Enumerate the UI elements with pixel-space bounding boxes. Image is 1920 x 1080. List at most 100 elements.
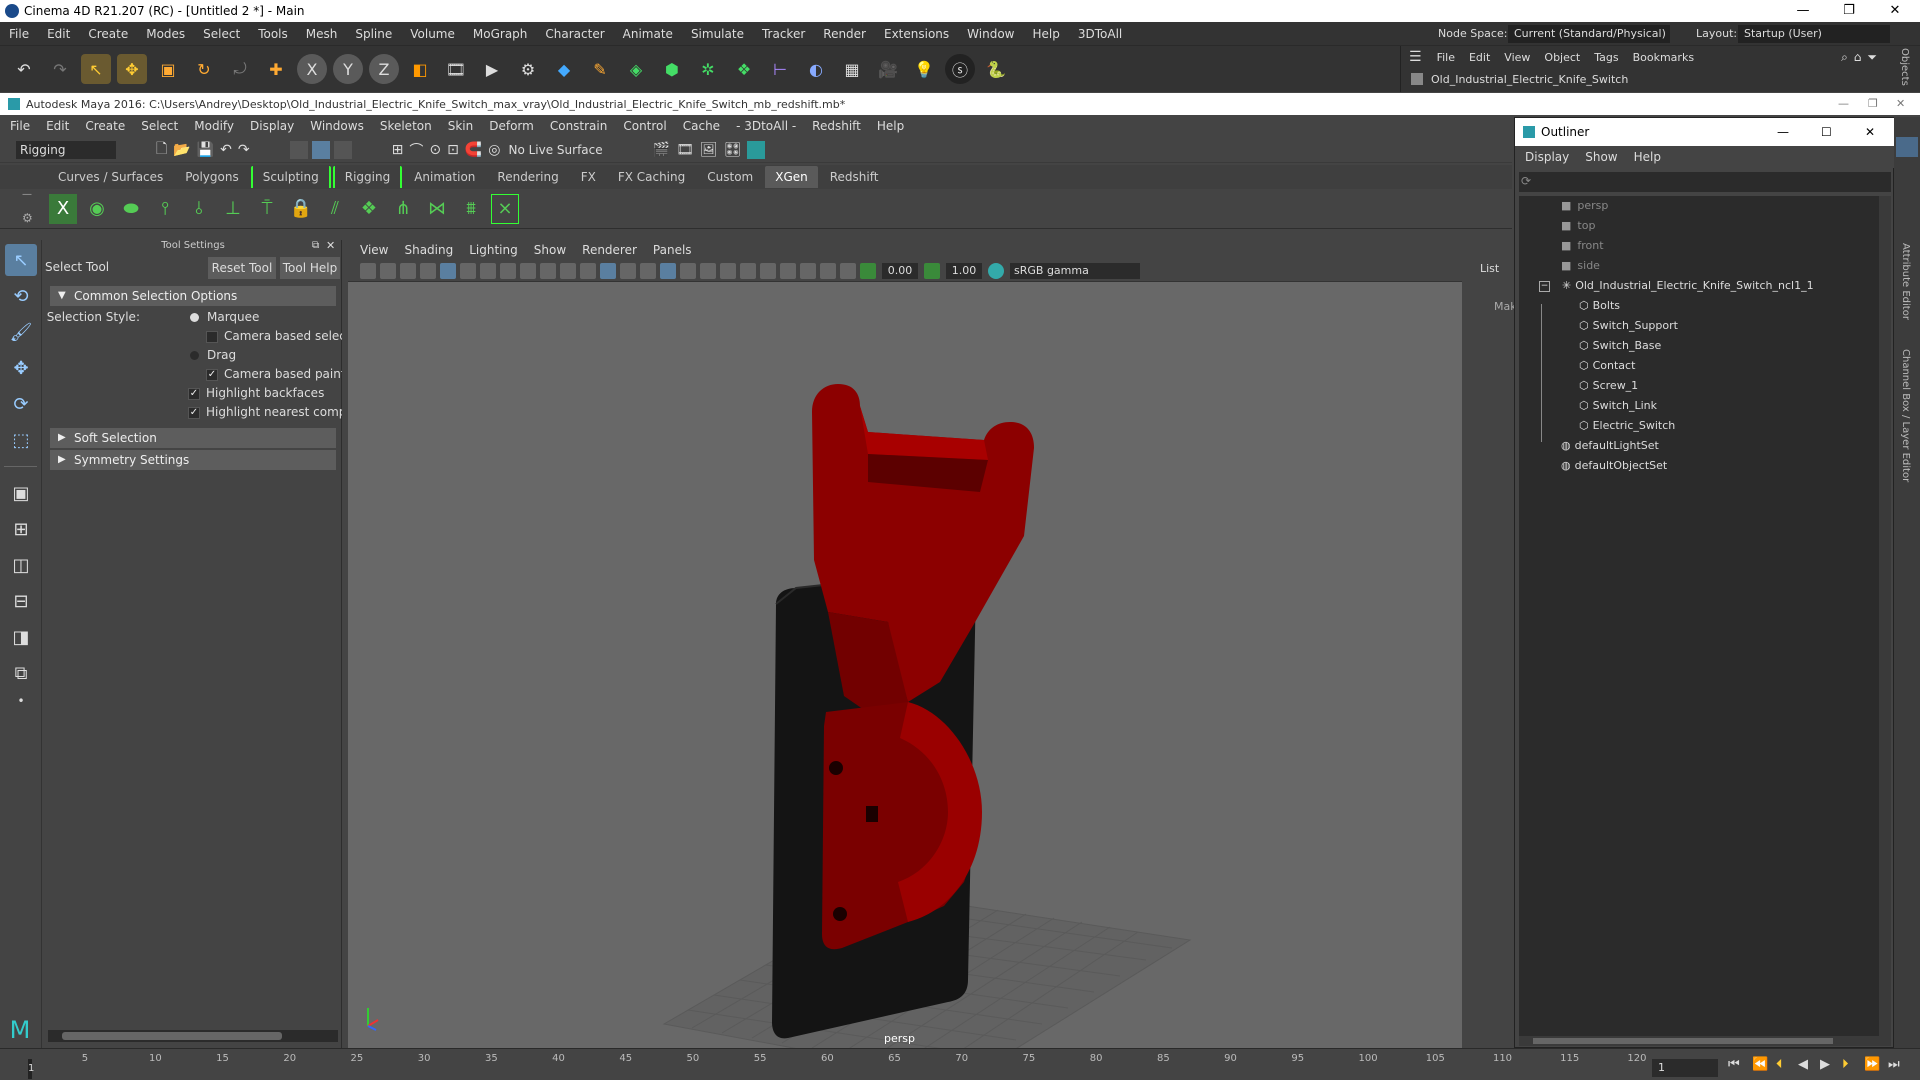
home-icon[interactable]: ⌂ <box>1854 50 1862 64</box>
recent-tool-icon[interactable]: ⤾ <box>225 54 255 84</box>
y-axis-icon[interactable]: Y <box>333 54 363 84</box>
soft-selection-header[interactable]: ▶ Soft Selection <box>50 428 336 448</box>
isolate-select-icon[interactable] <box>780 262 796 279</box>
outliner-item-root-group[interactable]: − ✳ Old_Industrial_Electric_Knife_Switch_n… <box>1519 276 1879 296</box>
drag-radio[interactable] <box>190 351 199 360</box>
minimize-icon[interactable]: — <box>1780 0 1826 22</box>
snap-view-icon[interactable]: ⊡ <box>447 142 459 158</box>
outliner-item-bolts[interactable]: ⬡ Bolts <box>1519 296 1879 316</box>
exposure-field[interactable]: 0.00 <box>882 262 918 279</box>
gamma-icon[interactable] <box>924 262 940 279</box>
scene-camera-icon[interactable]: 🎥 <box>873 54 903 84</box>
step-back-key-icon[interactable]: ⏴ <box>1776 1057 1783 1072</box>
scale-icon[interactable]: ▣ <box>153 54 183 84</box>
xgen-add-primitive-icon[interactable]: ⬬ <box>117 194 145 224</box>
redshift-icon[interactable]: ⓢ <box>945 54 975 84</box>
maya-minimize-icon[interactable]: — <box>1838 93 1849 115</box>
tool-help-button[interactable]: Tool Help <box>280 257 340 279</box>
current-frame-field[interactable]: 1 <box>1652 1059 1718 1077</box>
outliner-item-screw-1[interactable]: ⬡ Screw_1 <box>1519 376 1879 396</box>
render-view-icon[interactable]: 🎞 <box>441 54 471 84</box>
gamma-field[interactable]: 1.00 <box>946 262 982 279</box>
outliner-menu-show[interactable]: Show <box>1577 146 1625 168</box>
shelf-tab-rigging[interactable]: Rigging <box>332 166 403 188</box>
play-forward-icon[interactable]: ▶ <box>1820 1057 1830 1072</box>
c4d-menu-3dtoall[interactable]: 3DToAll <box>1069 22 1131 46</box>
maya-menu-windows[interactable]: Windows <box>302 115 372 137</box>
wireframe-on-shaded-icon[interactable] <box>620 262 636 279</box>
maya-menu-cache[interactable]: Cache <box>675 115 728 137</box>
undo-icon[interactable]: ↶ <box>9 54 39 84</box>
obj-item[interactable]: Old_Industrial_Electric_Knife_Switch <box>1431 73 1628 86</box>
c4d-menu-mesh[interactable]: Mesh <box>297 22 347 46</box>
shelf-tab-polygons[interactable]: Polygons <box>175 166 248 188</box>
outliner-menu-help[interactable]: Help <box>1626 146 1669 168</box>
maya-menu-display[interactable]: Display <box>242 115 302 137</box>
c4d-menu-simulate[interactable]: Simulate <box>682 22 753 46</box>
layout-menu-icon[interactable]: • <box>5 693 37 709</box>
obj-menu-object[interactable]: Object <box>1537 51 1587 64</box>
single-perspective-view-icon[interactable]: ▣ <box>5 477 37 509</box>
bookmark-icon[interactable] <box>400 262 416 279</box>
shelf-tab-rendering[interactable]: Rendering <box>487 166 568 188</box>
shelf-tab-fx-caching[interactable]: FX Caching <box>608 166 695 188</box>
xgen-create-description-icon[interactable]: ◉ <box>83 194 111 224</box>
maya-menu-file[interactable]: File <box>2 115 38 137</box>
common-selection-options-header[interactable]: ▼ Common Selection Options <box>50 286 336 306</box>
z-axis-icon[interactable]: Z <box>369 54 399 84</box>
image-plane-icon[interactable] <box>420 262 436 279</box>
xgen-groom-icon[interactable]: ⋔ <box>389 194 417 224</box>
outliner-hscrollbar-thumb[interactable] <box>1533 1038 1833 1044</box>
cloner-icon[interactable]: ✲ <box>693 54 723 84</box>
xgen-lock-icon[interactable]: 🔒 <box>287 194 315 224</box>
smooth-shade-icon[interactable] <box>600 262 616 279</box>
color-management-icon[interactable] <box>988 262 1004 279</box>
c4d-menu-edit[interactable]: Edit <box>38 22 79 46</box>
maya-close-icon[interactable]: ✕ <box>1896 93 1905 115</box>
objects-side-tab[interactable]: Objects <box>1899 48 1910 86</box>
highlight-backfaces-checkbox[interactable]: ✓ <box>188 387 200 400</box>
c4d-menu-extensions[interactable]: Extensions <box>875 22 958 46</box>
subdivision-icon[interactable]: ◈ <box>621 54 651 84</box>
snap-surface-icon[interactable]: ◎ <box>488 142 500 158</box>
move-tool-icon[interactable]: ✥ <box>5 352 37 384</box>
maya-menu-constrain[interactable]: Constrain <box>542 115 616 137</box>
textured-icon[interactable] <box>640 262 656 279</box>
redo-icon-maya[interactable]: ↷ <box>238 142 250 158</box>
camera-based-selection-checkbox[interactable] <box>206 330 218 343</box>
save-scene-icon[interactable]: 💾 <box>197 142 214 158</box>
vp-menu-renderer[interactable]: Renderer <box>574 240 645 260</box>
shelf-tab-sculpting[interactable]: Sculpting <box>250 166 331 188</box>
rotate-tool-icon[interactable]: ⟳ <box>5 388 37 420</box>
persp-hypershade-icon[interactable]: ◨ <box>5 621 37 653</box>
x-axis-icon[interactable]: X <box>297 54 327 84</box>
film-gate-icon[interactable] <box>460 262 476 279</box>
scale-tool-icon[interactable]: ⬚ <box>5 424 37 456</box>
mode-dropdown[interactable]: Rigging <box>16 140 116 159</box>
outliner-item-front[interactable]: ■ front <box>1519 236 1879 256</box>
xray-joints-icon[interactable] <box>840 262 856 279</box>
c4d-menu-help[interactable]: Help <box>1024 22 1069 46</box>
camera-based-paint-checkbox[interactable]: ✓ <box>206 368 218 381</box>
scrollbar-thumb[interactable] <box>62 1032 282 1040</box>
snap-curve-icon[interactable]: ⌒ <box>409 140 423 160</box>
screen-space-ao-icon[interactable] <box>700 262 716 279</box>
side-tab-icon[interactable] <box>1896 137 1918 157</box>
lasso-tool-icon[interactable]: ⟲ <box>5 280 37 312</box>
attribute-editor-tab[interactable]: Attribute Editor <box>1900 243 1911 320</box>
outliner-menu-display[interactable]: Display <box>1517 146 1577 168</box>
render-settings-icon-maya[interactable]: 🖼 <box>700 142 718 158</box>
tool-settings-scrollbar[interactable] <box>48 1030 338 1042</box>
c4d-menu-render[interactable]: Render <box>814 22 875 46</box>
viewport-scene[interactable] <box>348 282 1462 1048</box>
outliner-item-top[interactable]: ■ top <box>1519 216 1879 236</box>
shadows-icon[interactable] <box>680 262 696 279</box>
xgen-length-icon[interactable]: ⍑ <box>253 194 281 224</box>
outliner-item-persp[interactable]: ■ persp <box>1519 196 1879 216</box>
safe-action-icon[interactable] <box>540 262 556 279</box>
xgen-place-guide-icon[interactable]: ⫯ <box>151 194 179 224</box>
floor-icon[interactable]: ▦ <box>837 54 867 84</box>
vp-menu-panels[interactable]: Panels <box>645 240 700 260</box>
xgen-add-guide-icon[interactable]: ⫰ <box>185 194 213 224</box>
select-object-icon[interactable] <box>311 140 330 159</box>
